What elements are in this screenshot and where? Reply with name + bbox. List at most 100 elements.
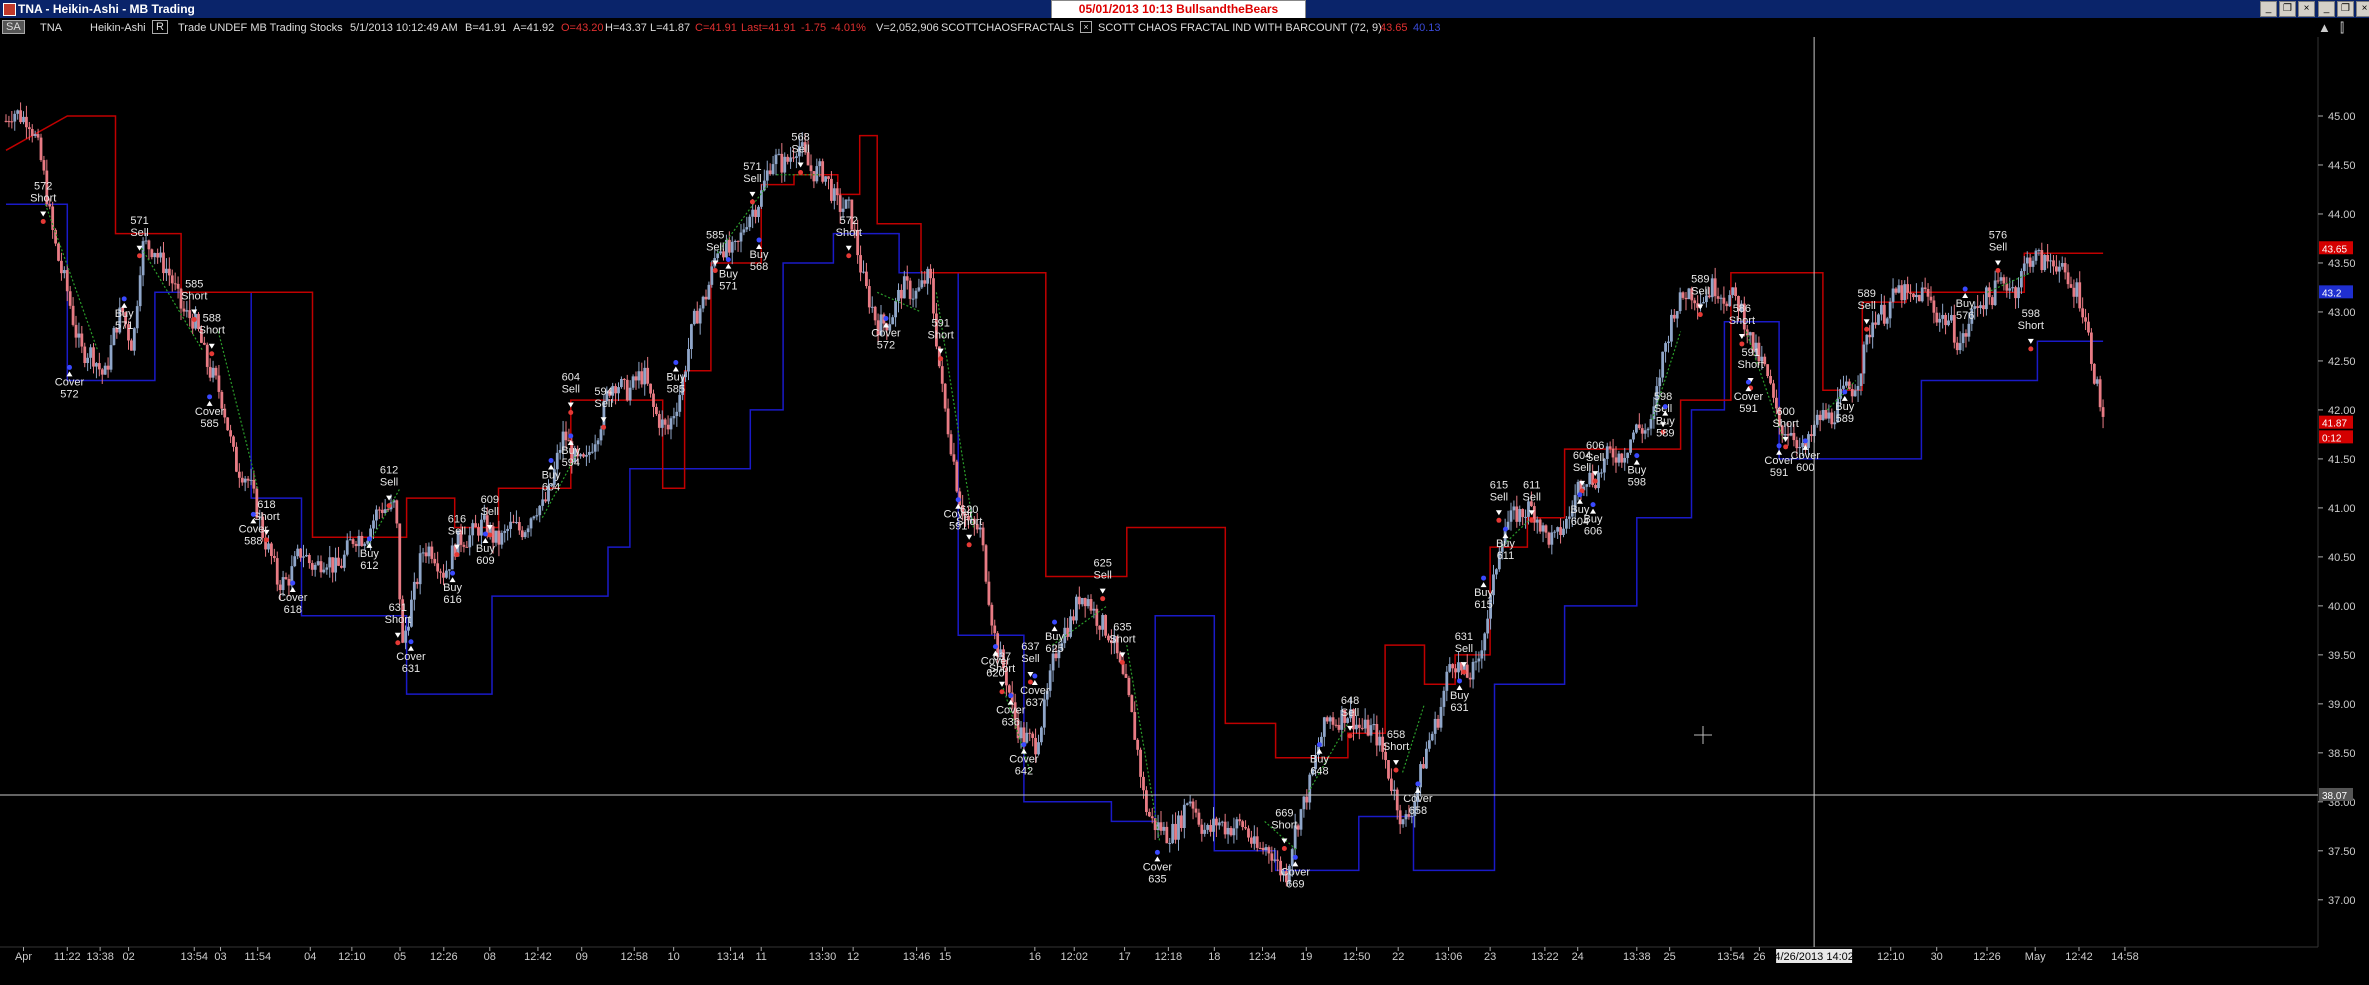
trade-signal: Buy 598 <box>1627 453 1647 489</box>
signal-label: Buy 585 <box>666 372 685 396</box>
price-bar-body <box>1818 414 1822 421</box>
signal-label: 669 Short <box>1271 808 1297 832</box>
crosshair-date-label: 4/26/2013 14:02 <box>1774 951 1854 963</box>
price-bar-body <box>305 554 308 557</box>
close-icon[interactable]: × <box>2298 1 2315 17</box>
arrow-up-icon <box>121 302 128 308</box>
x-tick-label: 13:06 <box>1435 951 1463 963</box>
price-bar-body <box>873 306 877 321</box>
price-bar-body <box>1664 343 1667 352</box>
price-bar-body <box>1979 305 1982 308</box>
signal-label: 586 Short <box>1729 303 1755 327</box>
price-bar-body <box>582 454 585 457</box>
price-bar-body <box>1789 432 1793 436</box>
price-bar-body <box>1442 690 1446 707</box>
y-tick-label: 40.50 <box>2328 552 2356 564</box>
replay-button[interactable]: R <box>152 20 168 34</box>
symbol-menu-button[interactable]: SA <box>2 20 25 34</box>
price-bar-body <box>412 581 416 600</box>
price-bar-body <box>1538 519 1542 532</box>
price-bar-body <box>1608 446 1612 449</box>
restore-icon[interactable]: ❐ <box>2279 1 2296 17</box>
price-bar-body <box>897 289 900 302</box>
price-bar-body <box>1206 825 1210 830</box>
price-bar-body <box>625 379 629 401</box>
signal-marker <box>1634 453 1640 459</box>
close-indicator-icon[interactable]: × <box>1080 21 1092 33</box>
price-bar-body <box>1185 803 1189 805</box>
signal-marker <box>40 218 46 224</box>
price-bar-body <box>1996 280 2000 282</box>
price-bar-body <box>1585 484 1589 487</box>
price-bar-body <box>1188 801 1192 804</box>
price-bar-body <box>929 268 932 279</box>
price-bar-body <box>302 556 305 558</box>
x-tick-label: 15 <box>939 951 951 963</box>
price-bar-body <box>97 363 101 370</box>
price-bar-body <box>1649 419 1653 429</box>
x-tick-label: 25 <box>1664 951 1676 963</box>
price-bar-body <box>1509 510 1513 522</box>
x-tick-label: 13:22 <box>1531 951 1559 963</box>
minimize-icon[interactable]: _ <box>2318 1 2335 17</box>
restore-icon[interactable]: ❐ <box>2337 1 2354 17</box>
price-bar-body <box>652 393 655 407</box>
price-bar-body <box>2075 282 2079 297</box>
price-bar-body <box>1468 677 1472 680</box>
price-bar-body <box>1844 381 1848 386</box>
price-bar-body <box>2098 379 2102 408</box>
arrow-up-icon <box>1154 856 1161 862</box>
x-tick-label: 12:50 <box>1343 951 1371 963</box>
arrow-down-icon <box>1099 588 1106 594</box>
price-bar-body <box>182 308 186 312</box>
price-bar-body <box>1209 825 1212 832</box>
price-bar-body <box>427 546 431 557</box>
price-bar-body <box>480 519 483 536</box>
x-tick-label: 12:18 <box>1155 951 1183 963</box>
x-tick-label: 10 <box>668 951 680 963</box>
outer-window-buttons: _ ❐ × <box>2318 1 2369 17</box>
price-bar-body <box>631 376 635 388</box>
price-axis-tag-label: 38.07 <box>2322 791 2347 802</box>
signal-marker <box>798 169 804 175</box>
price-bar-body <box>1147 811 1151 817</box>
price-bar-body <box>1926 288 1930 297</box>
price-bar-body <box>1069 616 1072 637</box>
minimize-icon[interactable]: _ <box>2260 1 2277 17</box>
signal-marker <box>1697 312 1703 318</box>
signal-marker <box>1347 733 1353 739</box>
price-bar-body <box>902 276 906 299</box>
price-bar-body <box>675 411 679 417</box>
price-bar-body <box>1451 664 1455 669</box>
price-bar-body <box>509 521 512 529</box>
price-bar-body <box>1007 685 1011 693</box>
price-bar-body <box>1089 599 1093 611</box>
price-bar-body <box>748 216 752 228</box>
low: L=41.87 <box>650 22 691 34</box>
arrow-down-icon <box>567 402 574 408</box>
price-bar-body <box>1465 664 1469 678</box>
app-icon <box>3 3 16 16</box>
price-chart[interactable]: 572 Short Cover 572 571 Sell Buy 571 585 Short 588… <box>0 37 2369 980</box>
price-bar-body <box>1124 673 1128 678</box>
price-bar-body <box>1217 822 1221 826</box>
price-bar-body <box>862 271 865 273</box>
price-bar-body <box>838 195 842 212</box>
close-icon[interactable]: × <box>2356 1 2369 17</box>
high: H=43.37 <box>605 22 647 34</box>
price-bar-body <box>1299 809 1303 830</box>
chart-area[interactable]: 572 Short Cover 572 571 Sell Buy 571 585 Short 588… <box>0 37 2369 980</box>
price-bar-body <box>176 283 180 289</box>
signal-marker <box>209 351 215 357</box>
price-bar-body <box>1772 383 1775 398</box>
price-bar-body <box>783 156 787 173</box>
price-bar-body <box>27 127 31 130</box>
price-bar-body <box>159 252 162 258</box>
price-bar-body <box>153 253 157 258</box>
price-bar-body <box>1486 618 1490 634</box>
arrow-down-icon <box>1495 510 1502 516</box>
price-bar-body <box>1562 528 1565 535</box>
chart-menu-icon[interactable]: ⫿ <box>2340 20 2344 36</box>
scroll-up-icon[interactable]: ▲ <box>2318 20 2331 35</box>
price-bar-body <box>62 270 66 274</box>
